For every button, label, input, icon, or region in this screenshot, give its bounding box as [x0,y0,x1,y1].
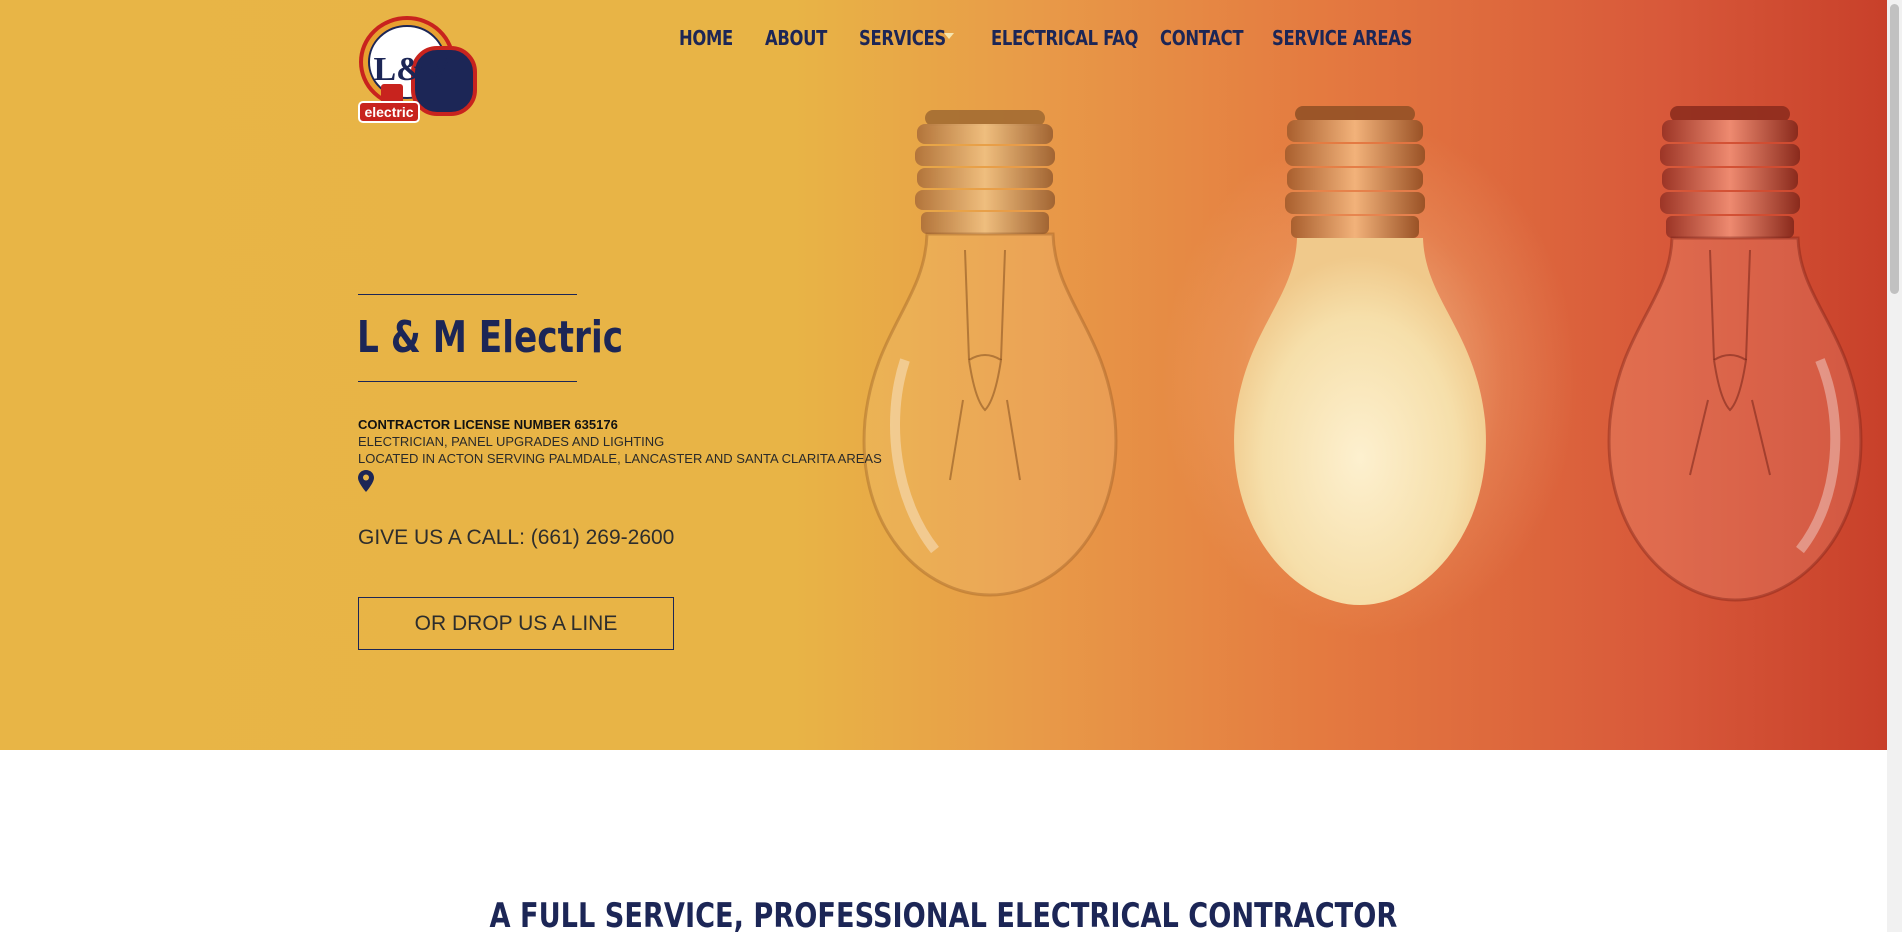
nav-electrical-faq[interactable]: ELECTRICAL FAQ [991,26,1138,50]
phone-call-text[interactable]: GIVE US A CALL: (661) 269-2600 [358,526,674,550]
light-bulb-image [1607,106,1863,602]
nav-home[interactable]: HOME [679,26,733,50]
nav-service-areas[interactable]: SERVICE AREAS [1272,26,1412,50]
map-pin-icon[interactable] [358,470,374,492]
svg-text:L&M: L&M [373,51,456,88]
hero-banner [0,0,1887,750]
section-title-text: A FULL SERVICE, PROFESSIONAL ELECTRICAL … [489,896,1398,932]
license-number: CONTRACTOR LICENSE NUMBER 635176 [358,417,618,432]
brand-logo[interactable]: electric L&M [357,14,487,132]
tagline-services: ELECTRICIAN, PANEL UPGRADES AND LIGHTING [358,434,665,449]
svg-text:electric: electric [364,104,413,120]
page-title: L & M Electric [357,312,624,363]
nav-about[interactable]: ABOUT [765,26,827,50]
drop-us-a-line-button[interactable]: OR DROP US A LINE [358,597,674,650]
title-rule-top [358,294,577,295]
section-title: A FULL SERVICE, PROFESSIONAL ELECTRICAL … [0,896,1887,932]
caret-down-icon[interactable] [944,33,954,39]
nav-contact[interactable]: CONTACT [1160,26,1244,50]
light-bulb-image [862,110,1118,597]
tagline-location: LOCATED IN ACTON SERVING PALMDALE, LANCA… [358,451,882,466]
title-rule-bottom [358,381,577,382]
nav-services[interactable]: SERVICES [859,26,946,50]
light-bulb-lit-image [1234,106,1486,605]
scrollbar-thumb[interactable] [1890,4,1899,294]
